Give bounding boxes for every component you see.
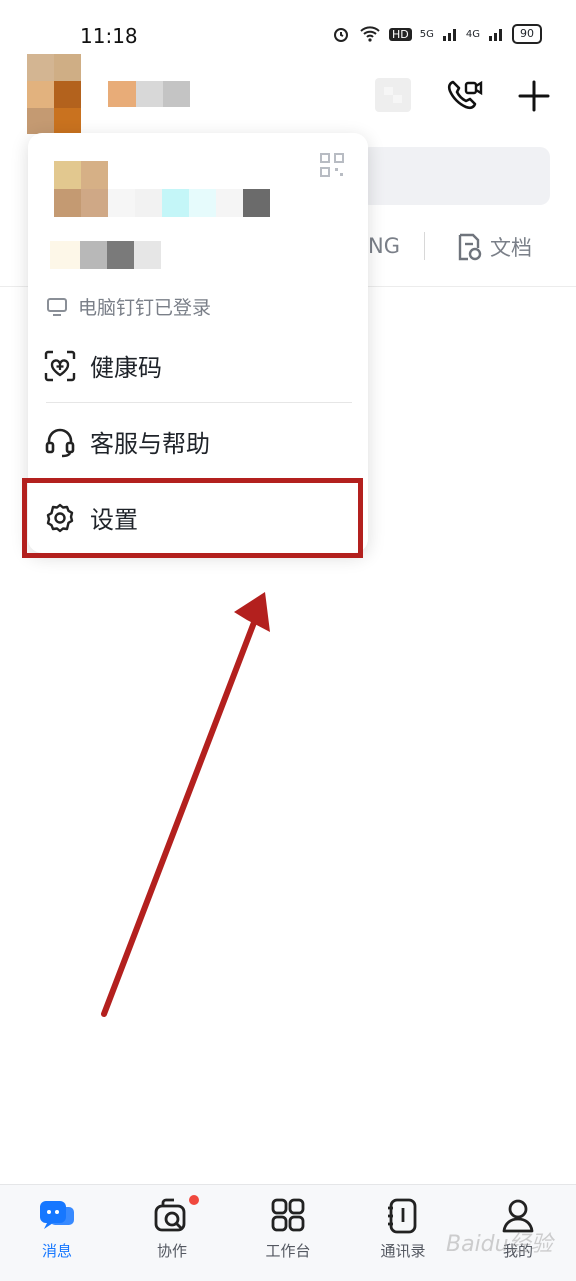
qr-code-icon[interactable] [320,153,344,177]
settings-highlight-box [22,478,363,558]
nav-collab[interactable]: 协作 [127,1198,217,1261]
video-call-icon[interactable] [445,78,483,114]
blurred-icon [375,78,411,112]
menu-item-health-code[interactable]: 健康码 [44,348,162,383]
signal-4g: 4G [465,28,480,40]
search-bar[interactable] [360,147,550,205]
menu-item-health-code-label: 健康码 [90,354,162,382]
nav-contacts-label: 通讯录 [380,1242,426,1260]
username-blurred [108,81,190,107]
monitor-icon [47,297,67,316]
signal-5g: 5G [419,28,434,40]
health-code-icon [44,350,76,381]
contacts-icon [388,1198,417,1234]
status-bar: 11:18 HD 5G 4G 90 [0,0,576,72]
nav-messages[interactable]: 消息 [12,1198,102,1261]
avatar[interactable] [27,54,81,134]
popup-subtitle-blurred [50,241,164,269]
menu-item-support-label: 客服与帮助 [90,430,210,458]
signal-icon [442,29,456,41]
watermark: Baidu经验 [446,1232,553,1257]
status-time: 11:18 [80,24,138,48]
battery-indicator: 90 [512,24,542,44]
collab-notification-badge [189,1195,199,1205]
hd-badge: HD [389,27,412,41]
nav-workbench[interactable]: 工作台 [243,1198,333,1261]
workbench-icon [271,1198,305,1232]
tab-docs[interactable]: 文档 [456,232,532,262]
alarm-icon [334,28,348,42]
popup-profile-blurred[interactable] [54,161,270,217]
document-icon [458,233,482,261]
signal-icon-2 [489,29,502,41]
menu-item-support[interactable]: 客服与帮助 [44,424,210,459]
desktop-login-status[interactable]: 电脑钉钉已登录 [46,293,211,320]
collab-icon [154,1198,186,1232]
nav-workbench-label: 工作台 [265,1242,311,1260]
nav-contacts[interactable]: 通讯录 [358,1198,448,1261]
nav-messages-label: 消息 [41,1242,72,1260]
message-icon [40,1201,74,1229]
nav-collab-label: 协作 [156,1242,187,1260]
menu-divider [46,402,352,403]
headset-icon [45,428,75,457]
login-status-label: 电脑钉钉已登录 [78,297,212,319]
wifi-icon [360,26,380,42]
status-icons: HD 5G 4G 90 [331,24,542,44]
tab-partial[interactable]: NG [368,234,400,258]
tab-separator [424,232,425,260]
add-icon[interactable] [517,79,551,113]
tab-docs-label: 文档 [490,236,532,260]
